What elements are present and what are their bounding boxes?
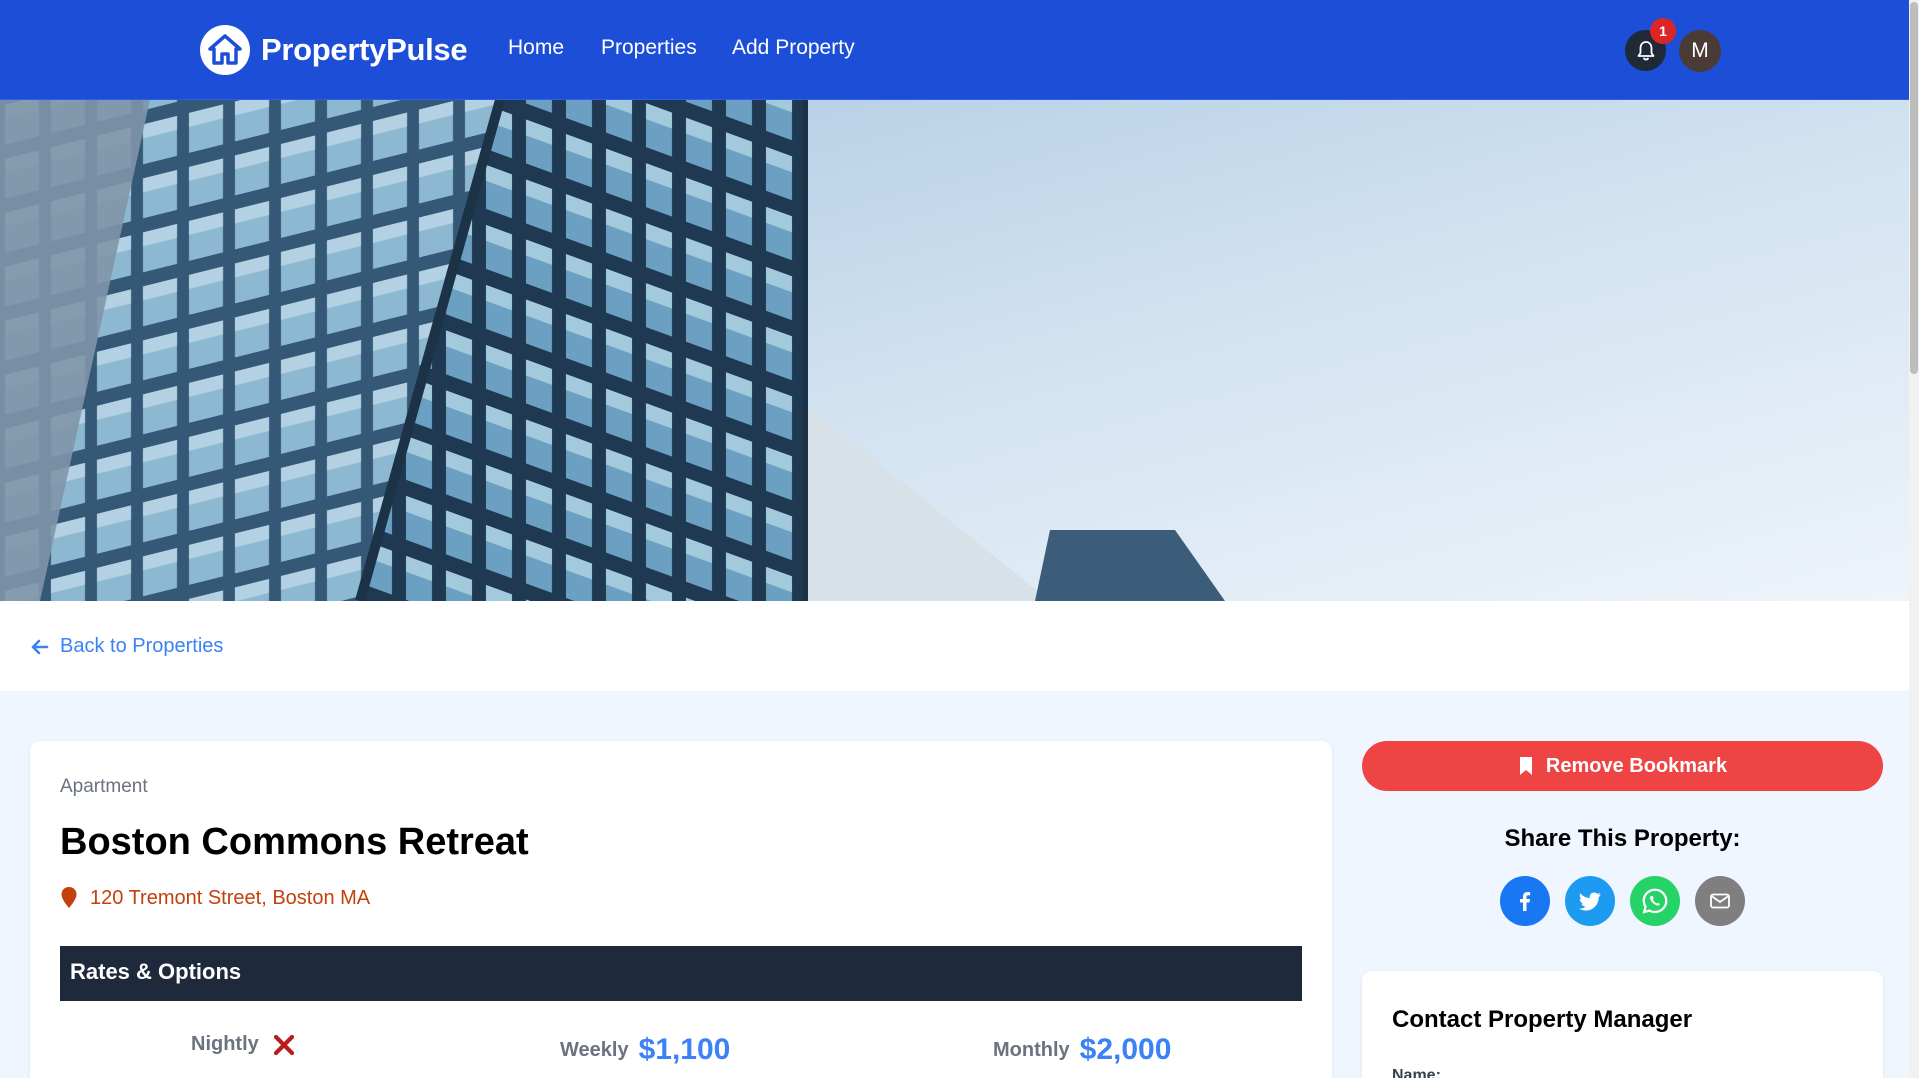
rate-weekly-value: $1,100 — [638, 1033, 731, 1066]
remove-bookmark-label: Remove Bookmark — [1545, 754, 1728, 777]
property-title: Boston Commons Retreat — [60, 821, 529, 863]
user-avatar[interactable]: M — [1679, 30, 1721, 72]
back-link-label: Back to Properties — [60, 635, 224, 657]
rate-nightly: Nightly — [191, 1033, 295, 1056]
scrollbar-thumb[interactable] — [1910, 2, 1918, 374]
rate-weekly: Weekly $1,100 — [560, 1033, 730, 1067]
bookmark-icon — [1519, 757, 1532, 775]
brand-logo-link[interactable]: PropertyPulse — [200, 25, 468, 75]
back-bar: Back to Properties — [0, 601, 1909, 691]
name-field-label: Name: — [1392, 1067, 1441, 1078]
rate-monthly-value: $2,000 — [1079, 1033, 1172, 1066]
back-to-properties-link[interactable]: Back to Properties — [30, 635, 223, 658]
arrow-left-icon — [31, 639, 49, 654]
rate-nightly-label: Nightly — [191, 1033, 259, 1055]
house-logo-icon — [200, 25, 250, 75]
share-twitter-button[interactable] — [1565, 876, 1615, 926]
property-type: Apartment — [60, 776, 148, 797]
page-scrollbar[interactable] — [1909, 0, 1919, 1078]
brand-name: PropertyPulse — [261, 32, 468, 67]
rates-options-header: Rates & Options — [60, 946, 1302, 1001]
rate-monthly: Monthly $2,000 — [993, 1033, 1171, 1067]
rate-monthly-label: Monthly — [993, 1038, 1070, 1061]
navbar: PropertyPulse Home Properties Add Proper… — [0, 0, 1919, 100]
property-hero-image — [0, 100, 1919, 601]
share-facebook-button[interactable] — [1500, 876, 1550, 926]
property-details-card: Apartment Boston Commons Retreat 120 Tre… — [30, 741, 1332, 1078]
nav-link-home[interactable]: Home — [508, 36, 564, 60]
share-email-button[interactable] — [1695, 876, 1745, 926]
share-title: Share This Property: — [1504, 825, 1741, 852]
nav-link-add-property[interactable]: Add Property — [732, 36, 855, 60]
share-whatsapp-button[interactable] — [1630, 876, 1680, 926]
facebook-icon — [1520, 892, 1531, 911]
rate-weekly-label: Weekly — [560, 1038, 629, 1061]
twitter-icon — [1578, 892, 1601, 911]
property-address: 120 Tremont Street, Boston MA — [60, 886, 370, 910]
contact-manager-card: Contact Property Manager Name: — [1362, 971, 1883, 1078]
unavailable-x-icon — [273, 1034, 294, 1055]
map-pin-icon — [61, 887, 77, 908]
email-icon — [1710, 893, 1730, 909]
bell-icon — [1637, 40, 1654, 60]
whatsapp-icon — [1642, 888, 1668, 914]
remove-bookmark-button[interactable]: Remove Bookmark — [1362, 741, 1883, 791]
address-text: 120 Tremont Street, Boston MA — [90, 886, 371, 909]
notification-count-badge: 1 — [1650, 18, 1676, 44]
contact-manager-title: Contact Property Manager — [1392, 1006, 1693, 1033]
nav-link-properties[interactable]: Properties — [601, 36, 697, 60]
